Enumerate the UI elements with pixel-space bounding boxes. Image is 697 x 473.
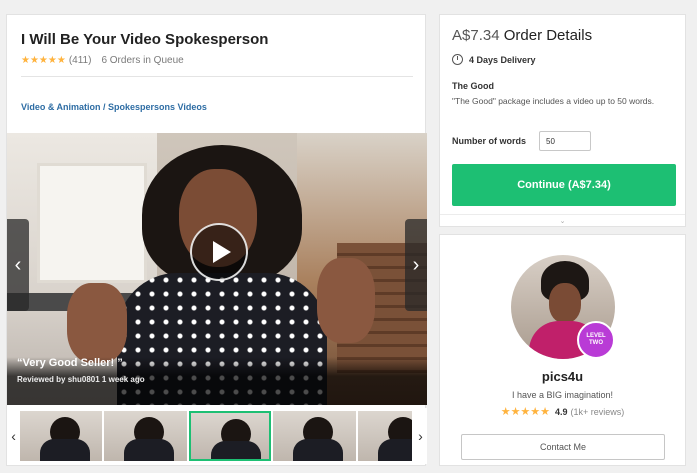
review-author: Reviewed by shu0801 1 week ago [17, 375, 145, 384]
package-description: "The Good" package includes a video up t… [452, 96, 655, 106]
thumbnail[interactable] [20, 411, 103, 461]
seller-card: LEVEL TWO pics4u I have a BIG imaginatio… [439, 234, 686, 466]
video-prev-button[interactable]: ‹ [7, 219, 29, 311]
number-of-words-input[interactable] [539, 131, 591, 151]
thumbnail-strip: ‹ › [7, 408, 427, 464]
delivery-info: 4 Days Delivery [452, 54, 536, 65]
order-price: A$7.34 [452, 27, 500, 44]
order-title: Order Details [503, 27, 593, 44]
thumbnail-prev-button[interactable]: ‹ [7, 410, 20, 462]
gig-rating-row: ★★★★★ (411) 6 Orders in Queue [21, 55, 184, 66]
thumbnail-image [293, 439, 344, 461]
order-card: A$7.34 Order Details 4 Days Delivery The… [439, 14, 686, 227]
chevron-down-icon: ⌄ [559, 217, 566, 225]
seller-review-count: (1k+ reviews) [570, 406, 625, 417]
thumbnail[interactable] [357, 411, 412, 461]
play-button[interactable] [190, 223, 248, 281]
thumbnail-image [210, 441, 261, 459]
continue-button[interactable]: Continue (A$7.34) [452, 164, 676, 206]
package-name: The Good [452, 81, 494, 91]
spokesperson-hand-left [67, 283, 127, 363]
seller-level-badge: LEVEL TWO [577, 321, 615, 359]
contact-me-button[interactable]: Contact Me [461, 434, 665, 460]
thumbnail-image [124, 439, 175, 461]
level-badge-line2: TWO [589, 340, 603, 346]
spokesperson-hand-right [317, 258, 375, 343]
review-quote: “Very Good Seller! ” [17, 357, 123, 369]
avatar-image [549, 283, 581, 323]
expand-details-button[interactable]: ⌄ [440, 214, 685, 226]
video-player[interactable]: ‹ › “Very Good Seller! ” Reviewed by shu… [7, 133, 427, 405]
gig-card: I Will Be Your Video Spokesperson ★★★★★ … [6, 14, 427, 466]
level-badge-line1: LEVEL [586, 333, 606, 339]
seller-score: 4.9 [555, 406, 568, 417]
seller-rating: ★★★★★ 4.9 (1k+ reviews) [440, 405, 685, 418]
clock-icon [452, 54, 463, 65]
divider [21, 76, 413, 77]
breadcrumb[interactable]: Video & Animation / Spokespersons Videos [21, 102, 207, 112]
words-label: Number of words [452, 136, 527, 146]
thumbnail-image [377, 439, 412, 461]
thumbnail-image [40, 439, 91, 461]
order-header: A$7.34 Order Details [452, 27, 592, 44]
thumbnail[interactable] [273, 411, 356, 461]
delivery-label: 4 Days Delivery [469, 54, 536, 65]
star-rating-icon: ★★★★★ [500, 406, 551, 418]
seller-tagline: I have a BIG imagination! [511, 390, 614, 400]
review-count[interactable]: (411) [69, 55, 92, 66]
video-window-detail [37, 163, 147, 283]
video-next-button[interactable]: › [405, 219, 427, 311]
thumbnail-active[interactable] [188, 411, 272, 461]
play-icon [212, 241, 231, 263]
seller-name[interactable]: pics4u [440, 369, 685, 384]
star-rating-icon: ★★★★★ [21, 55, 66, 66]
gig-title: I Will Be Your Video Spokesperson [21, 31, 269, 48]
page: I Will Be Your Video Spokesperson ★★★★★ … [0, 0, 697, 473]
thumbnail-next-button[interactable]: › [414, 410, 427, 462]
thumbnail[interactable] [104, 411, 187, 461]
orders-in-queue: 6 Orders in Queue [101, 55, 184, 66]
